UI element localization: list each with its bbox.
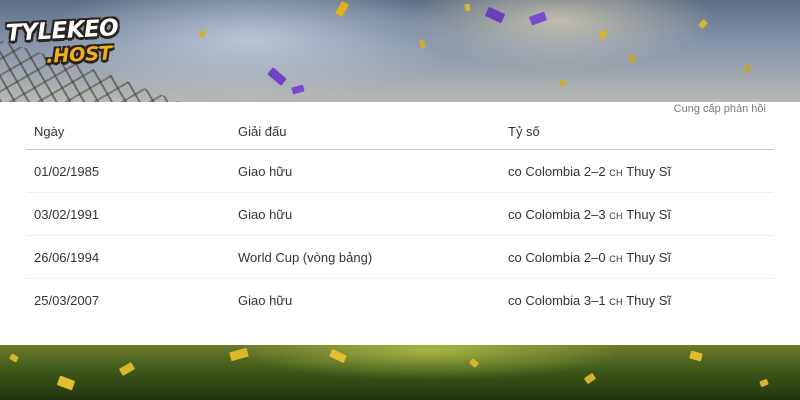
away-flag-code: CH: [609, 167, 623, 178]
match-competition: Giao hữu: [238, 292, 293, 308]
site-logo[interactable]: TYLEKEO .HOST: [5, 15, 119, 74]
match-score-cell: co Colombia 3–1 CH Thuy Sĩ: [500, 279, 774, 322]
match-date: 26/06/1994: [26, 235, 230, 279]
away-flag-code: CH: [609, 253, 623, 264]
home-flag-code: co: [508, 249, 522, 265]
logo-domain: .HOST: [45, 42, 113, 68]
match-score: 3–1: [583, 292, 606, 308]
match-competition: Giao hữu: [230, 192, 500, 236]
match-score-cell: co Colombia 2–3 CH Thuy Sĩ: [500, 192, 774, 236]
match-score: 2–0: [583, 249, 606, 265]
table-row: 26/06/1994 World Cup (vòng bảng) co Colo…: [26, 235, 774, 279]
match-date: 01/02/1985: [26, 149, 230, 193]
table-row: 01/02/1985 Giao hữu co Colombia 2–2 CH T…: [26, 149, 774, 193]
column-header-date: Ngày: [26, 114, 230, 150]
home-team: Colombia: [525, 249, 581, 265]
table-row: 03/02/1991 Giao hữu co Colombia 2–3 CH T…: [26, 192, 774, 236]
away-team: Thuy Sĩ: [626, 206, 672, 222]
match-history-table: Ngày Giải đấu Tỷ số 01/02/1985 Giao hữu …: [26, 114, 774, 321]
column-header-score: Tỷ số: [500, 114, 774, 150]
home-flag-code: co: [508, 163, 522, 179]
match-date: 03/02/1991: [26, 192, 230, 236]
away-team: Thuy Sĩ: [626, 163, 672, 179]
table-header-row: Ngày Giải đấu Tỷ số: [26, 114, 774, 150]
match-score: 2–2: [583, 163, 606, 179]
home-flag-code: co: [508, 292, 522, 308]
away-team: Thuy Sĩ: [626, 292, 672, 308]
confetti-piece: [464, 3, 471, 12]
away-team: Thuy Sĩ: [626, 249, 672, 265]
match-date: 25/03/2007: [34, 292, 100, 308]
home-team: Colombia: [525, 206, 581, 222]
content-panel: Cung cấp phản hồi Ngày Giải đấu Tỷ số 01…: [0, 102, 800, 345]
away-flag-code: CH: [609, 296, 623, 307]
match-competition: Giao hữu: [230, 149, 500, 193]
match-score-cell: co Colombia 2–2 CH Thuy Sĩ: [500, 149, 774, 193]
column-header-competition: Giải đấu: [230, 114, 500, 150]
match-score: 2–3: [583, 206, 606, 222]
match-competition: World Cup (vòng bảng): [230, 235, 500, 279]
away-flag-code: CH: [609, 210, 623, 221]
home-team: Colombia: [525, 163, 581, 179]
home-flag-code: co: [508, 206, 522, 222]
home-team: Colombia: [525, 292, 581, 308]
table-row: 25/03/2007 Giao hữu co Colombia 3–1 CH T…: [26, 279, 774, 322]
match-score-cell: co Colombia 2–0 CH Thuy Sĩ: [500, 235, 774, 279]
